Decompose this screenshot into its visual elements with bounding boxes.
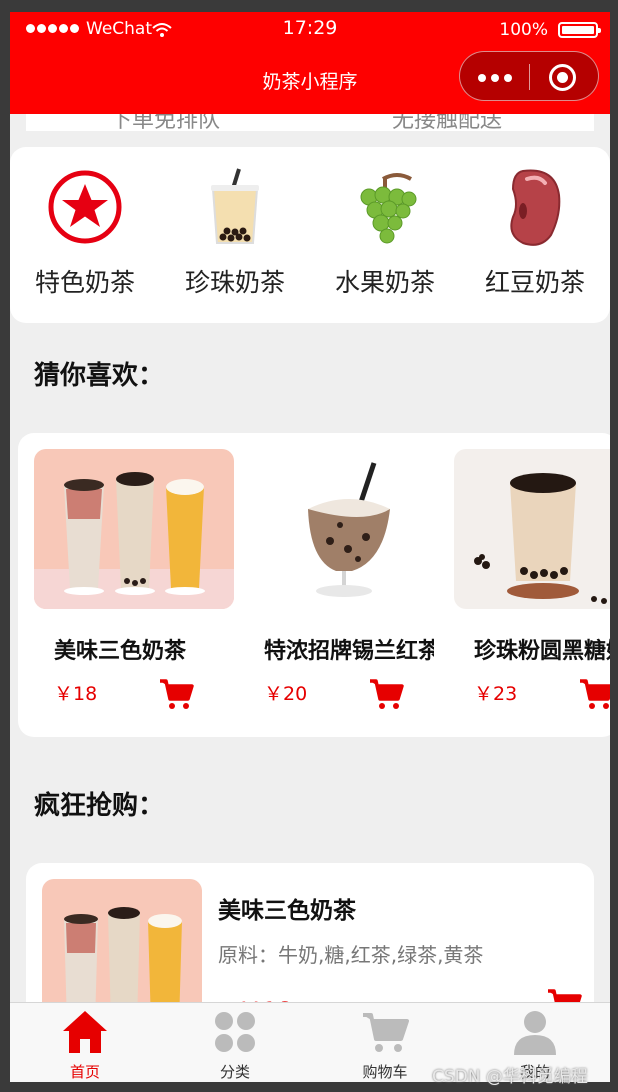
user-icon: [514, 1011, 556, 1055]
category-label: 水果奶茶: [334, 268, 435, 297]
category-label: 红豆奶茶: [484, 268, 585, 297]
product-name: 珍珠粉圆黑糖奶茶: [474, 639, 610, 664]
product-image: [454, 449, 610, 609]
bubble-tea-icon: [211, 168, 259, 244]
product-price: ￥23: [474, 683, 518, 705]
category-grid: 特色奶茶 珍珠奶茶 水果奶茶 红豆奶茶: [10, 147, 610, 323]
category-label: 特色奶茶: [34, 268, 135, 297]
product-price: ￥20: [264, 683, 308, 705]
battery-percent: 100%: [499, 20, 548, 40]
category-item[interactable]: 珍珠奶茶: [160, 165, 310, 299]
product-image: [244, 449, 444, 609]
home-icon: [63, 1011, 107, 1053]
close-mini-program-button[interactable]: [549, 64, 576, 91]
tab-category[interactable]: 分类: [160, 1003, 310, 1082]
product-image: [34, 449, 234, 609]
category-item[interactable]: 红豆奶茶: [460, 165, 610, 299]
product-price: ￥18: [54, 683, 98, 705]
add-to-cart-icon[interactable]: [158, 677, 194, 711]
top-bar: WeChat 17:29 100% 奶茶小程序: [10, 12, 610, 114]
banner-strip-partial: 下单免排队 无接触配送: [26, 114, 594, 131]
product-card[interactable]: 美味三色奶茶 ￥18: [34, 449, 234, 709]
category-item[interactable]: 水果奶茶: [310, 165, 460, 299]
more-menu-button[interactable]: [478, 74, 512, 82]
banner-text-right: 无接触配送: [392, 114, 503, 131]
shopping-cart-icon: [363, 1013, 409, 1052]
add-to-cart-icon[interactable]: [578, 677, 610, 711]
star-badge-icon: [48, 170, 122, 244]
status-bar: WeChat 17:29 100%: [10, 12, 610, 48]
product-name: 美味三色奶茶: [218, 898, 356, 924]
tab-label: 分类: [219, 1063, 250, 1081]
product-ingredients: 原料：牛奶,糖,红茶,绿茶,黄茶: [218, 943, 484, 967]
category-item[interactable]: 特色奶茶: [10, 165, 160, 299]
product-card[interactable]: 特浓招牌锡兰红茶 ￥20: [244, 449, 444, 709]
category-icon: [215, 1012, 255, 1052]
capsule-divider: [529, 64, 530, 90]
recommend-carousel[interactable]: 美味三色奶茶 ￥18 特浓招牌锡兰红茶 ￥20 珍珠粉圆黑糖 ￥23: [18, 433, 610, 737]
red-bean-icon: [510, 169, 561, 246]
product-name: 美味三色奶茶: [54, 639, 187, 664]
mini-program-capsule: [459, 51, 599, 101]
tab-label: 首页: [69, 1063, 100, 1081]
tab-home[interactable]: 首页: [10, 1003, 160, 1082]
recommend-section-title: 猜你喜欢：: [34, 361, 165, 391]
flash-sale-section-title: 疯狂抢购：: [34, 791, 165, 821]
battery-icon: [558, 22, 601, 38]
grapes-icon: [360, 173, 417, 244]
watermark: CSDN @华科觅编程: [432, 1067, 588, 1087]
product-card[interactable]: 珍珠粉圆黑糖奶茶 ￥23: [454, 449, 610, 709]
category-label: 珍珠奶茶: [184, 268, 285, 297]
add-to-cart-icon[interactable]: [368, 677, 404, 711]
banner-text-left: 下单免排队: [110, 114, 221, 131]
phone-screen: WeChat 17:29 100% 奶茶小程序 下单免排队 无接触配送 特色奶茶…: [10, 12, 610, 1082]
product-name: 特浓招牌锡兰红茶: [264, 639, 434, 664]
